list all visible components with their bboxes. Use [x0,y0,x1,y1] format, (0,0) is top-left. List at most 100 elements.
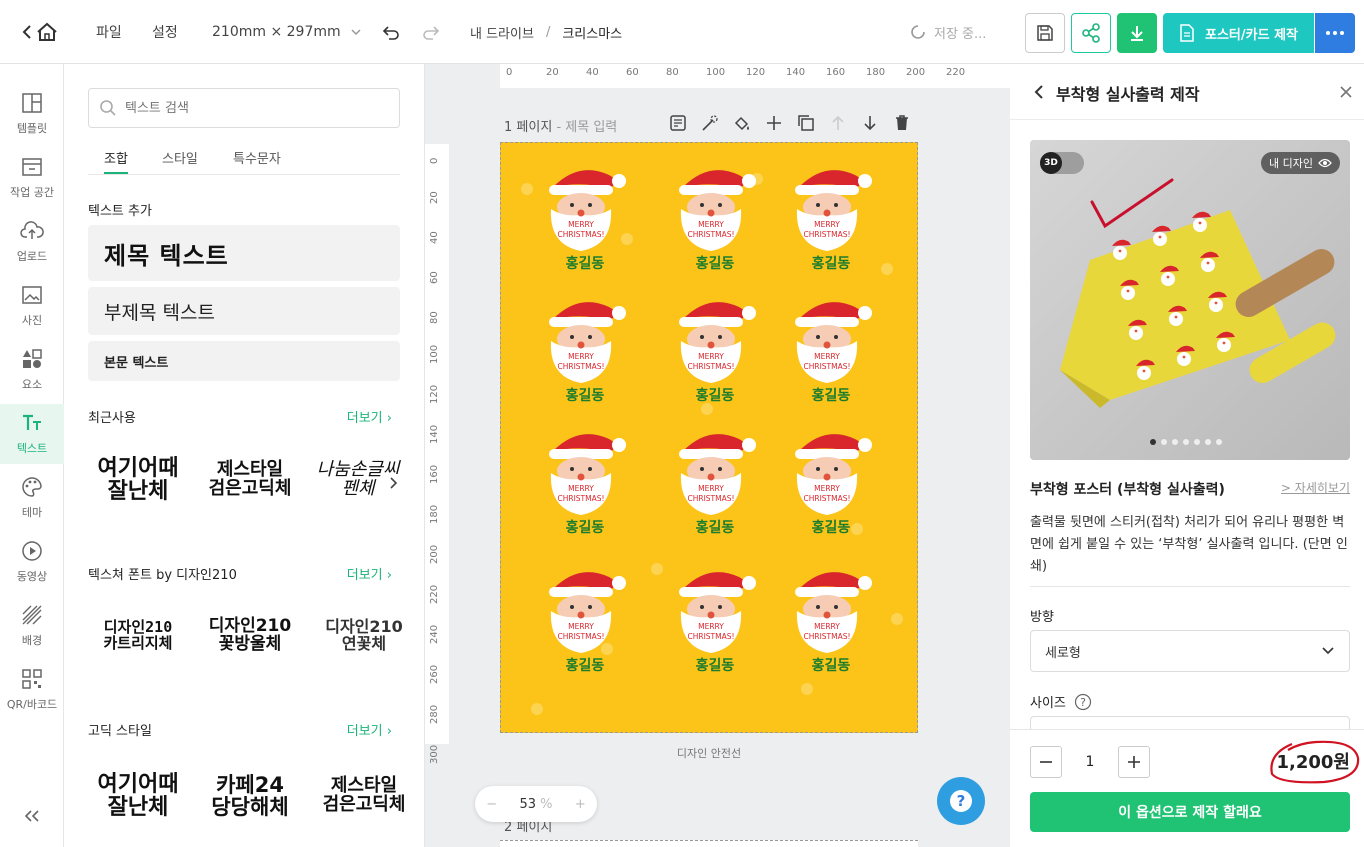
note-icon[interactable] [669,114,687,132]
font-thumb-gothic-1[interactable]: 여기어때 잘난체 [88,756,188,836]
3d-toggle[interactable]: 3D [1040,152,1084,174]
move-down-icon[interactable] [861,114,879,132]
details-link[interactable]: > 자세히보기 [1281,479,1350,496]
nav-item-background[interactable]: 배경 [0,596,64,656]
duplicate-page-icon[interactable] [797,114,815,132]
add-heading-text-button[interactable]: 제목 텍스트 [88,225,400,281]
nav-item-theme[interactable]: 테마 [0,468,64,528]
santa-sticker[interactable]: MERRY CHRISTMAS! 홍길동 [669,293,761,413]
santa-sticker[interactable]: MERRY CHRISTMAS! 홍길동 [669,425,761,545]
eye-icon [1318,158,1332,168]
carousel-next-button[interactable] [384,474,402,492]
font-thumb-gothic-3[interactable]: 제스타일 검은고딕체 [314,756,414,836]
text-search-box[interactable] [88,88,400,128]
my-design-badge[interactable]: 내 디자인 [1261,152,1340,174]
save-button[interactable] [1025,13,1065,53]
tab-special-characters[interactable]: 특수문자 [233,148,281,174]
zoom-out-button[interactable]: − [486,797,497,812]
ruler-tick-label: 180 [866,67,886,78]
nav-item-text[interactable]: 텍스트 [0,404,64,464]
quantity-value[interactable]: 1 [1070,754,1110,770]
tab-style[interactable]: 스타일 [162,148,198,174]
carousel-dot[interactable] [1194,439,1200,445]
santa-sticker[interactable]: MERRY CHRISTMAS! 홍길동 [539,563,631,683]
poster-card-button[interactable]: 포스터/카드 제작 [1163,13,1314,53]
font-thumb-texture-2[interactable]: 디자인210 꽃방울체 [200,596,300,676]
tab-combination[interactable]: 조합 [104,148,128,174]
redo-button[interactable] [420,22,442,44]
collapse-sidebar-button[interactable] [20,804,44,828]
undo-button[interactable] [380,22,402,44]
design-page-1[interactable]: MERRY CHRISTMAS! 홍길동 MERRY CHRISTMAS! 홍길… [500,142,918,733]
santa-sticker[interactable]: MERRY CHRISTMAS! 홍길동 [669,563,761,683]
nav-item-video[interactable]: 동영상 [0,532,64,592]
move-up-icon[interactable] [829,114,847,132]
help-chat-button[interactable]: ? [937,777,985,825]
order-bar: 1 1,200원 이 옵션으로 제작 할래요 [1010,729,1364,847]
nav-item-photo[interactable]: 사진 [0,276,64,336]
font-thumb-texture-1[interactable]: 디자인210 카트리지체 [88,596,188,676]
carousel-dot[interactable] [1183,439,1189,445]
menu-settings[interactable]: 설정 [152,0,178,64]
back-home-button[interactable] [18,20,62,44]
panel-back-button[interactable] [1030,82,1048,102]
redo-icon [423,26,440,40]
santa-sticker[interactable]: MERRY CHRISTMAS! 홍길동 [539,293,631,413]
document-title[interactable]: 크리스마스 [562,23,622,42]
font-thumb-recent-2[interactable]: 제스타일 검은고딕체 [200,440,300,520]
question-circle-icon[interactable]: ? [1074,693,1092,711]
santa-sticker[interactable]: MERRY CHRISTMAS! 홍길동 [785,425,877,545]
ruler-tick-label: 80 [429,311,440,324]
chevron-down-icon [1322,647,1334,655]
font-thumb-recent-1[interactable]: 여기어때 잘난체 [88,440,188,520]
quantity-decrease-button[interactable] [1030,746,1062,778]
paint-bucket-icon[interactable] [733,114,751,132]
nav-item-upload[interactable]: 업로드 [0,212,64,272]
nav-label: 테마 [21,506,43,519]
nav-item-workspace[interactable]: 작업 공간 [0,148,64,208]
santa-sticker[interactable]: MERRY CHRISTMAS! 홍길동 [785,161,877,281]
carousel-dot[interactable] [1205,439,1211,445]
nav-item-template[interactable]: 템플릿 [0,84,64,144]
magic-wand-icon[interactable] [701,114,719,132]
carousel-dot[interactable] [1150,439,1156,445]
gothic-more-link[interactable]: 더보기 › [347,720,392,739]
design-page-2[interactable] [500,840,918,847]
nav-item-qr[interactable]: QR/바코드 [0,660,64,720]
share-button[interactable] [1071,13,1111,53]
zoom-in-button[interactable]: + [575,797,586,812]
breadcrumb-root[interactable]: 내 드라이브 [470,23,534,42]
paper-size-dropdown[interactable]: 210mm × 297mm [212,0,363,64]
menu-file[interactable]: 파일 [96,0,122,64]
santa-sticker[interactable]: MERRY CHRISTMAS! 홍길동 [785,293,877,413]
zoom-value[interactable]: 53 % [519,797,552,812]
carousel-dot[interactable] [1161,439,1167,445]
download-button[interactable] [1117,13,1157,53]
direction-select[interactable]: 세로형 [1030,630,1350,672]
add-body-text-button[interactable]: 본문 텍스트 [88,341,400,381]
carousel-dot[interactable] [1216,439,1222,445]
font-thumb-texture-3[interactable]: 디자인210 연꽃체 [314,596,414,676]
add-subheading-text-button[interactable]: 부제목 텍스트 [88,287,400,335]
carousel-dot[interactable] [1172,439,1178,445]
order-with-option-button[interactable]: 이 옵션으로 제작 할래요 [1030,792,1350,832]
text-search-input[interactable] [125,100,385,116]
panel-close-button[interactable] [1336,82,1356,102]
quantity-increase-button[interactable] [1118,746,1150,778]
page-title-input[interactable]: - 제목 입력 [556,120,617,135]
santa-sticker[interactable]: MERRY CHRISTMAS! 홍길동 [539,161,631,281]
texture-more-link[interactable]: 더보기 › [347,564,392,583]
more-options-button[interactable] [1315,13,1355,53]
trash-icon[interactable] [893,114,911,132]
upload-icon [20,221,44,239]
canvas-area: 0 20 40 60 80 100 120 140 160 180 200 220 0 20 40 60 80… [425,64,1010,847]
document-icon [1180,24,1194,42]
recent-more-link[interactable]: 더보기 › [347,407,392,426]
nav-item-elements[interactable]: 요소 [0,340,64,400]
font-thumb-gothic-2[interactable]: 카페24 당당해체 [200,756,300,836]
santa-sticker[interactable]: MERRY CHRISTMAS! 홍길동 [669,161,761,281]
santa-face-icon: MERRY CHRISTMAS! [795,170,872,251]
add-page-icon[interactable] [765,114,783,132]
santa-sticker[interactable]: MERRY CHRISTMAS! 홍길동 [539,425,631,545]
santa-sticker[interactable]: MERRY CHRISTMAS! 홍길동 [785,563,877,683]
